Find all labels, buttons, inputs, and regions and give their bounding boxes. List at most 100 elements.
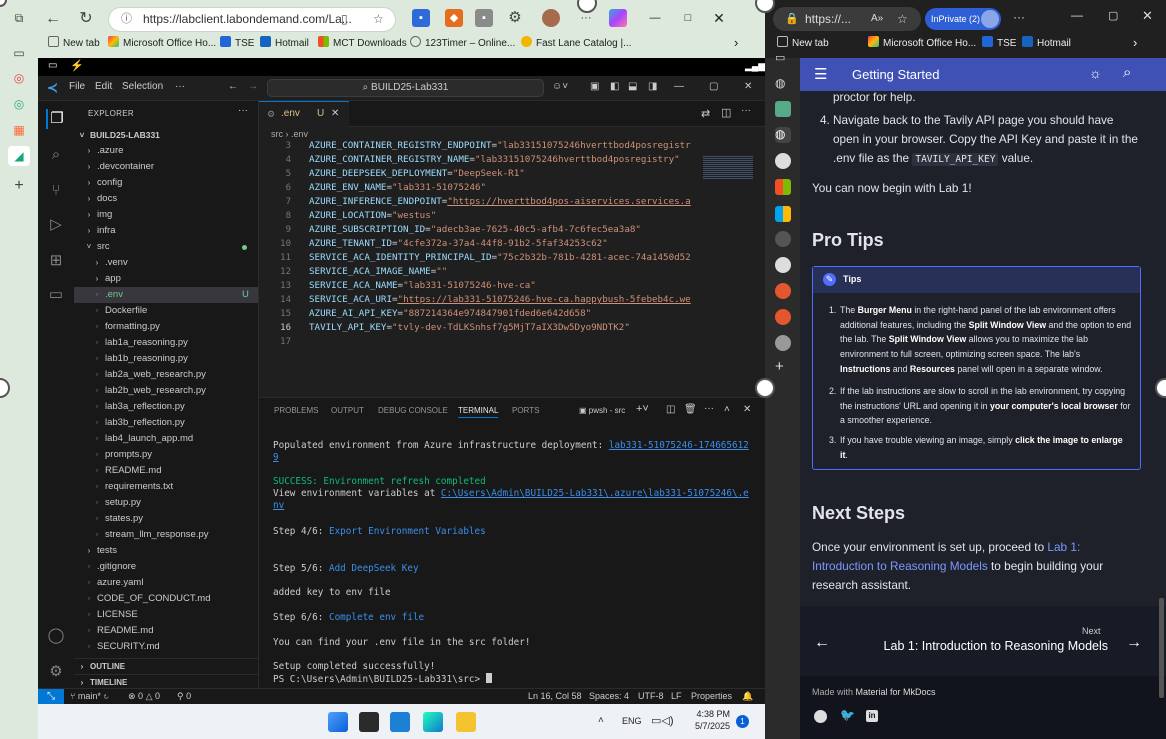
layout-icon[interactable]: ▣ <box>590 81 599 92</box>
tree-file[interactable]: ▫ requirements.txt <box>74 479 258 495</box>
tree-file[interactable]: ▫ lab1b_reasoning.py <box>74 351 258 367</box>
reader-icon[interactable]: ▯ <box>341 8 348 31</box>
tab-favicon-icon[interactable]: ◎ <box>8 94 30 114</box>
prev-arrow-icon[interactable]: ← <box>814 634 830 652</box>
extension-icon[interactable]: ▪ <box>412 9 430 27</box>
terminal-app-icon[interactable] <box>359 712 379 732</box>
favorite-fastlane[interactable]: Fast Lane Catalog |... <box>521 36 631 52</box>
terminal-prompt[interactable]: PS C:\Users\Admin\BUILD25-Lab331\src> <box>273 673 492 686</box>
tree-folder[interactable]: ˅ src <box>74 239 258 255</box>
next-arrow-icon[interactable]: → <box>1126 634 1142 652</box>
minimize-icon[interactable]: — <box>1071 8 1083 22</box>
tree-file[interactable]: ▫ lab2b_web_research.py <box>74 383 258 399</box>
code-line[interactable]: AZURE_CONTAINER_REGISTRY_NAME="lab331510… <box>309 153 680 167</box>
explorer-icon[interactable]: ❐ <box>46 109 66 129</box>
tree-file[interactable]: ▫ formatting.py <box>74 319 258 335</box>
next-page-footer[interactable]: ← Next Lab 1: Introduction to Reasoning … <box>800 606 1166 676</box>
back-icon[interactable]: ← <box>42 8 64 30</box>
favorite-hotmail[interactable]: Hotmail <box>260 36 309 52</box>
encoding[interactable]: UTF-8 <box>638 691 664 701</box>
workspace-root[interactable]: ˅ BUILD25-LAB331 <box>74 127 258 143</box>
new-terminal-icon[interactable]: +˅ <box>636 403 649 415</box>
terminal-selector[interactable]: ▣ pwsh - src <box>579 406 625 415</box>
tab-favicon-icon[interactable] <box>775 335 791 351</box>
tab-actions-icon[interactable]: ⧉ <box>8 8 30 28</box>
menu-file[interactable]: File <box>69 81 85 92</box>
trash-icon[interactable]: 🗑 <box>684 404 697 415</box>
terminal-link[interactable]: lab331-51075246-174665612 <box>609 440 749 451</box>
more-menu-icon[interactable]: ··· <box>1013 10 1025 24</box>
code-line[interactable]: TAVILY_API_KEY="tvly-dev-TdLKSnhsf7g5MjT… <box>309 321 630 335</box>
terminal-link[interactable]: nv <box>273 500 284 511</box>
more-actions-icon[interactable]: ··· <box>704 403 714 414</box>
notification-badge[interactable]: 1 <box>736 715 749 728</box>
favorite-office[interactable]: Microsoft Office Ho... <box>108 36 216 52</box>
theme-toggle-icon[interactable]: ☼ <box>1089 65 1102 81</box>
close-panel-icon[interactable]: ✕ <box>743 404 751 415</box>
back-arrow-icon[interactable]: ← <box>228 81 238 92</box>
terminal-link[interactable]: 9 <box>273 452 279 463</box>
file-explorer-icon[interactable] <box>456 712 476 732</box>
maximize-icon[interactable]: ▢ <box>1108 9 1118 22</box>
github-tab-icon[interactable] <box>775 231 791 247</box>
favorites-more-icon[interactable]: › <box>1133 36 1137 50</box>
panel-tab-output[interactable]: OUTPUT <box>331 406 364 415</box>
twitter-icon[interactable]: 🐦 <box>840 708 855 722</box>
minimize-icon[interactable]: — <box>674 81 684 92</box>
tree-file[interactable]: ▫ lab2a_web_research.py <box>74 367 258 383</box>
new-tab-icon[interactable]: + <box>8 176 30 196</box>
menu-edit[interactable]: Edit <box>95 81 112 92</box>
tree-folder[interactable]: › .devcontainer <box>74 159 258 175</box>
favorite-office[interactable]: Microsoft Office Ho... <box>868 36 976 52</box>
tree-folder[interactable]: › .venv <box>74 255 258 271</box>
favorite-tse[interactable]: TSE <box>982 36 1016 52</box>
accounts-icon[interactable]: ◯ <box>46 626 66 646</box>
code-line[interactable]: AZURE_LOCATION="westus" <box>309 209 436 223</box>
tree-file[interactable]: ▫ Dockerfile <box>74 303 258 319</box>
menu-selection[interactable]: Selection <box>122 81 163 92</box>
code-line[interactable]: SERVICE_ACA_IDENTITY_PRINCIPAL_ID="75c2b… <box>309 251 691 265</box>
address-bar[interactable]: 🔒 https://... A» ☆ <box>773 7 921 31</box>
tab-favicon-icon[interactable]: ◎ <box>8 68 30 88</box>
panel-tab-problems[interactable]: PROBLEMS <box>274 406 318 415</box>
line-ending[interactable]: LF <box>671 691 682 701</box>
forward-arrow-icon[interactable]: → <box>248 81 258 92</box>
tree-file[interactable]: ▫ states.py <box>74 511 258 527</box>
code-line[interactable]: AZURE_TENANT_ID="4cfe372a-37a4-44f8-91b2… <box>309 237 608 251</box>
sidebar-toggle-icon[interactable]: ▭ <box>8 43 30 63</box>
menu-more[interactable]: ··· <box>175 81 185 92</box>
command-center[interactable]: ⌕ BUILD25-Lab331 <box>267 79 544 97</box>
more-actions-icon[interactable]: ··· <box>238 105 248 116</box>
panel-tab-ports[interactable]: PORTS <box>512 406 539 415</box>
favorite-tse[interactable]: TSE <box>220 36 254 52</box>
toggle-panel-icon[interactable]: ⬓ <box>628 81 637 92</box>
search-icon[interactable]: ⌕ <box>46 145 66 165</box>
indentation[interactable]: Spaces: 4 <box>589 691 629 701</box>
source-control-icon[interactable]: ⑂ <box>46 181 66 201</box>
compare-icon[interactable]: ⇄ <box>701 107 710 120</box>
favorite-star-icon[interactable]: ☆ <box>897 7 908 31</box>
tree-folder[interactable]: › app <box>74 271 258 287</box>
maximize-icon[interactable]: ▢ <box>709 81 718 92</box>
maximize-icon[interactable]: □ <box>679 9 697 27</box>
favorite-mct[interactable]: MCT Downloads <box>318 36 407 52</box>
manage-gear-icon[interactable]: ⚙ <box>46 662 66 682</box>
code-line[interactable]: AZURE_ENV_NAME="lab331-51075246" <box>309 181 486 195</box>
terminal-link[interactable]: C:\Users\Admin\BUILD25-Lab331\.azure\lab… <box>441 488 749 499</box>
sidebar-toggle-icon[interactable]: ▭ <box>775 51 791 67</box>
active-tab-icon[interactable]: ◍ <box>775 127 791 143</box>
linkedin-icon[interactable]: in <box>866 710 878 722</box>
network-volume-icon[interactable]: ▭◁) <box>651 714 674 727</box>
run-debug-icon[interactable]: ▷ <box>46 215 66 235</box>
favorite-123timer[interactable]: 123Timer – Online... <box>410 36 515 52</box>
tree-file[interactable]: ▫ stream_llm_response.py <box>74 527 258 543</box>
microsoft-tab-icon[interactable] <box>775 206 791 222</box>
language-indicator[interactable]: ENG <box>622 716 642 726</box>
tree-file[interactable]: ▫ prompts.py <box>74 447 258 463</box>
close-icon[interactable]: ✕ <box>710 9 728 27</box>
tree-folder[interactable]: › config <box>74 175 258 191</box>
tree-file[interactable]: ▫ LICENSE <box>74 607 258 623</box>
remote-indicator-icon[interactable]: ⤡ <box>38 689 64 705</box>
next-page-title[interactable]: Lab 1: Introduction to Reasoning Models <box>865 639 1108 653</box>
refresh-icon[interactable]: ↻ <box>75 8 97 30</box>
